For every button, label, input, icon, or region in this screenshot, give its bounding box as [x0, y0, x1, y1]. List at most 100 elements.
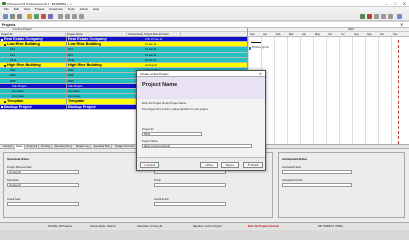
project-name-input[interactable]: [Enter Custom Defined]	[142, 144, 252, 148]
prev-button[interactable]: ◂ Prev	[200, 162, 218, 168]
status-baseline: Baseline: Current Project	[193, 224, 222, 228]
dialog-heading: Project Name	[142, 82, 178, 88]
gantt-month-header: Dec Jan Feb Mar Apr May Jun Jul Aug Sep Oct Nov	[248, 32, 409, 37]
activities-icon[interactable]	[41, 14, 46, 19]
gantt-month-label: Dec	[250, 33, 255, 36]
prev-label: Prev	[207, 163, 213, 167]
finish-label: Finish	[250, 163, 259, 167]
status-projects-note: Excl. All Projects Current	[248, 224, 280, 228]
gantt-month-label: Nov	[393, 33, 398, 36]
gantt-grid-line	[300, 37, 301, 144]
gantt-grid-line	[313, 37, 314, 144]
gantt-month-label: May	[315, 33, 320, 36]
new-project-dialog: Create a New Project ✕ Project Name Ente…	[136, 70, 266, 171]
gantt-month-label: Jul	[341, 33, 345, 36]
gantt-month-label: Sep	[367, 33, 372, 36]
gantt-month-label: Feb	[276, 33, 281, 36]
status-access: Access Mode: Shared	[90, 224, 116, 228]
next-button[interactable]: Next ▸	[221, 162, 239, 168]
finish-field[interactable]	[154, 183, 226, 187]
anticipated-finish-field[interactable]	[282, 183, 352, 187]
panel-close-icon[interactable]: ✕	[400, 22, 403, 27]
dialog-header: Project Name	[137, 77, 265, 99]
dialog-footer: ● Cancel ◂ Prev Next ▸ ⚑ Finish	[137, 157, 265, 170]
app-icon	[2, 1, 6, 5]
anticipated-finish-label: Anticipated Finish	[282, 179, 303, 182]
dialog-body: Enter the Project ID and Project Name. T…	[137, 99, 265, 157]
copy-icon[interactable]	[381, 14, 386, 19]
dialog-instruction-2: The Project ID is a short, unique identi…	[142, 108, 209, 111]
delete-icon[interactable]	[367, 14, 372, 19]
gantt-grid-line	[365, 37, 366, 144]
planned-start-field[interactable]: 22-Aug-10	[7, 170, 79, 174]
project-id-label: Project ID	[142, 128, 154, 131]
expand-icon[interactable]	[4, 43, 6, 46]
actual-start-field[interactable]	[7, 202, 79, 206]
status-bar: Portfolio: All Projects Access Mode: Sha…	[0, 222, 409, 230]
gantt-month-label: Jun	[328, 33, 333, 36]
status-portfolio: Portfolio: All Projects	[48, 224, 72, 228]
expand-icon[interactable]	[1, 38, 3, 41]
dialog-instruction-1: Enter the Project ID and Project Name.	[142, 102, 187, 105]
title-bar: Primavera P6 Professional 15.1 : BKWEBB2…	[0, 0, 409, 7]
next-arrow-icon: ▸	[232, 163, 234, 167]
filter-label[interactable]: <Current Project>	[12, 28, 32, 31]
data-date-field[interactable]: 22-Aug-10	[7, 183, 79, 187]
minimize-button[interactable]: –	[382, 0, 391, 7]
wbs-icon[interactable]	[34, 14, 39, 19]
project-name-label: Project Name	[142, 140, 158, 143]
gantt-grid-line	[326, 37, 327, 144]
projects-icon[interactable]	[27, 14, 32, 19]
panel-title: Projects	[2, 23, 16, 27]
actual-start-label: Actual Start	[7, 198, 21, 201]
finish-button[interactable]: ⚑ Finish	[243, 162, 263, 168]
gantt-chart: 2020 Dec Jan Feb Mar Apr May Jun Jul Aug Sep Oct No…	[247, 28, 409, 144]
cancel-button[interactable]: ● Cancel	[140, 162, 159, 168]
home-icon[interactable]	[3, 14, 8, 19]
anticipated-dates-title: Anticipated Dates	[282, 157, 308, 161]
print-icon[interactable]	[58, 14, 63, 19]
data-date-line	[398, 40, 399, 144]
gantt-grid-line	[287, 37, 288, 144]
schedule-dates-title: Schedule Dates	[7, 157, 30, 161]
anticipated-start-field[interactable]	[282, 170, 352, 174]
add-icon[interactable]	[360, 14, 365, 19]
finish-label: Finish	[154, 179, 161, 182]
gantt-grid-line	[391, 37, 392, 144]
help-icon[interactable]	[397, 14, 402, 19]
window-title: Primavera P6 Professional 15.1 : BKWEBB2…	[7, 1, 72, 6]
maximize-button[interactable]: □	[391, 0, 400, 7]
gantt-month-label: Jan	[263, 33, 268, 36]
gantt-summary-bar	[251, 42, 261, 43]
actual-finish-field[interactable]	[154, 202, 226, 206]
close-window-button[interactable]: ✕	[400, 0, 409, 7]
back-icon[interactable]	[10, 14, 15, 19]
project-id-cell: Backup Project	[4, 104, 32, 109]
gantt-grid-line	[352, 37, 353, 144]
status-data-date: Data Date: 22-Aug-10	[137, 224, 163, 228]
anticipated-start-label: Anticipated Start	[282, 166, 302, 169]
gantt-month-label: Aug	[354, 33, 359, 36]
gantt-grid-line	[378, 37, 379, 144]
expand-icon[interactable]	[1, 106, 3, 109]
paste-icon[interactable]	[388, 14, 393, 19]
gantt-month-label: Mar	[289, 33, 294, 36]
finish-flag-icon: ⚑	[247, 163, 251, 167]
expand-icon[interactable]	[4, 100, 6, 103]
cancel-label: Cancel	[146, 163, 156, 167]
cut-icon[interactable]	[374, 14, 379, 19]
next-label: Next	[226, 163, 232, 167]
expand-icon[interactable]	[4, 64, 6, 67]
layout-icon[interactable]	[65, 14, 70, 19]
gantt-month-label: Apr	[302, 33, 307, 36]
filter-icon[interactable]	[72, 14, 77, 19]
gantt-grid-line	[339, 37, 340, 144]
group-icon[interactable]	[79, 14, 84, 19]
anticipated-dates-group: Anticipated Dates Anticipated Start Anti…	[278, 152, 405, 218]
status-db: DB: PMDB FT (PPM)	[318, 224, 343, 228]
planned-start-label: Project Planned Start	[7, 166, 32, 169]
project-id-input[interactable]: PR31	[142, 132, 202, 136]
forward-icon[interactable]	[17, 14, 22, 19]
gantt-grid-line	[274, 37, 275, 144]
resources-icon[interactable]	[48, 14, 53, 19]
